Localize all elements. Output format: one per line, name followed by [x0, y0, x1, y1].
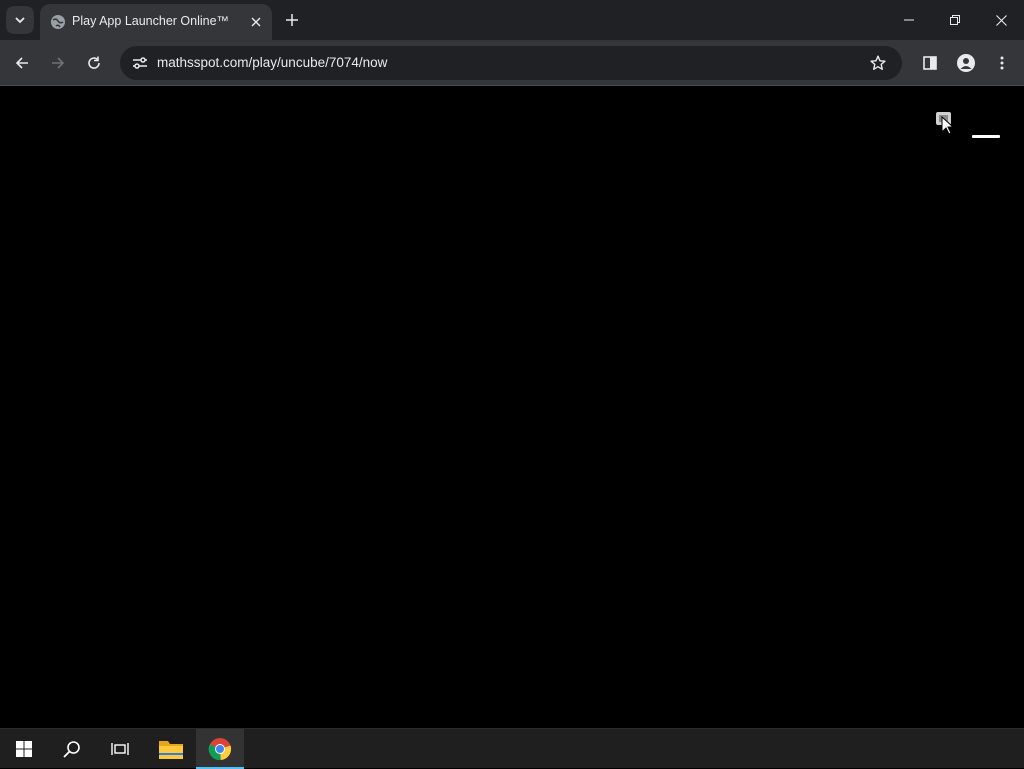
- close-icon: [995, 14, 1007, 26]
- restore-icon: [950, 15, 960, 25]
- file-explorer-button[interactable]: [147, 729, 195, 769]
- back-button[interactable]: [8, 49, 36, 77]
- bookmark-button[interactable]: [866, 51, 890, 75]
- tune-icon: [133, 57, 147, 69]
- chrome-icon: [208, 738, 232, 761]
- menu-bar: [972, 134, 1000, 138]
- tab-search-button[interactable]: [6, 6, 34, 34]
- taskbar: [0, 728, 1024, 769]
- search-button[interactable]: [48, 729, 96, 769]
- restore-button[interactable]: [932, 0, 978, 40]
- chrome-taskbar-button[interactable]: [196, 729, 244, 769]
- site-info-button[interactable]: [128, 51, 152, 75]
- mouse-cursor-icon: [941, 116, 955, 135]
- arrow-left-icon: [15, 57, 28, 69]
- new-tab-button[interactable]: [280, 8, 304, 32]
- chevron-down-icon: [15, 17, 25, 24]
- browser-tab[interactable]: Play App Launcher Online™: [40, 4, 272, 40]
- browser-toolbar: mathsspot.com/play/uncube/7074/now: [0, 40, 1024, 86]
- task-view-icon: [111, 743, 129, 755]
- tab-strip: Play App Launcher Online™: [0, 0, 1024, 40]
- side-panel-icon: [923, 56, 937, 70]
- star-icon: [870, 55, 886, 70]
- person-icon: [957, 54, 975, 72]
- profile-button[interactable]: [952, 49, 980, 77]
- tab-title: Play App Launcher Online™: [72, 14, 230, 28]
- page-content[interactable]: [0, 87, 1024, 728]
- side-panel-button[interactable]: [916, 49, 944, 77]
- minimize-button[interactable]: [886, 0, 932, 40]
- reload-icon: [88, 56, 100, 69]
- plus-icon: [286, 14, 298, 26]
- start-button[interactable]: [0, 729, 48, 769]
- more-menu-button[interactable]: [988, 49, 1016, 77]
- arrow-right-icon: [52, 57, 65, 69]
- url-text[interactable]: mathsspot.com/play/uncube/7074/now: [157, 55, 387, 70]
- hamburger-menu-button[interactable]: [970, 131, 1002, 141]
- search-icon: [63, 741, 80, 758]
- reload-button[interactable]: [80, 49, 108, 77]
- task-view-button[interactable]: [96, 729, 144, 769]
- more-vertical-icon: [1000, 56, 1004, 70]
- file-explorer-icon: [159, 741, 183, 759]
- close-tab-button[interactable]: [246, 12, 266, 32]
- windows-start-icon: [16, 741, 32, 757]
- globe-icon: [51, 15, 65, 29]
- close-icon: [251, 17, 261, 27]
- forward-button[interactable]: [44, 49, 72, 77]
- close-window-button[interactable]: [978, 0, 1024, 40]
- address-bar[interactable]: mathsspot.com/play/uncube/7074/now: [120, 46, 902, 80]
- minimize-icon: [904, 19, 914, 21]
